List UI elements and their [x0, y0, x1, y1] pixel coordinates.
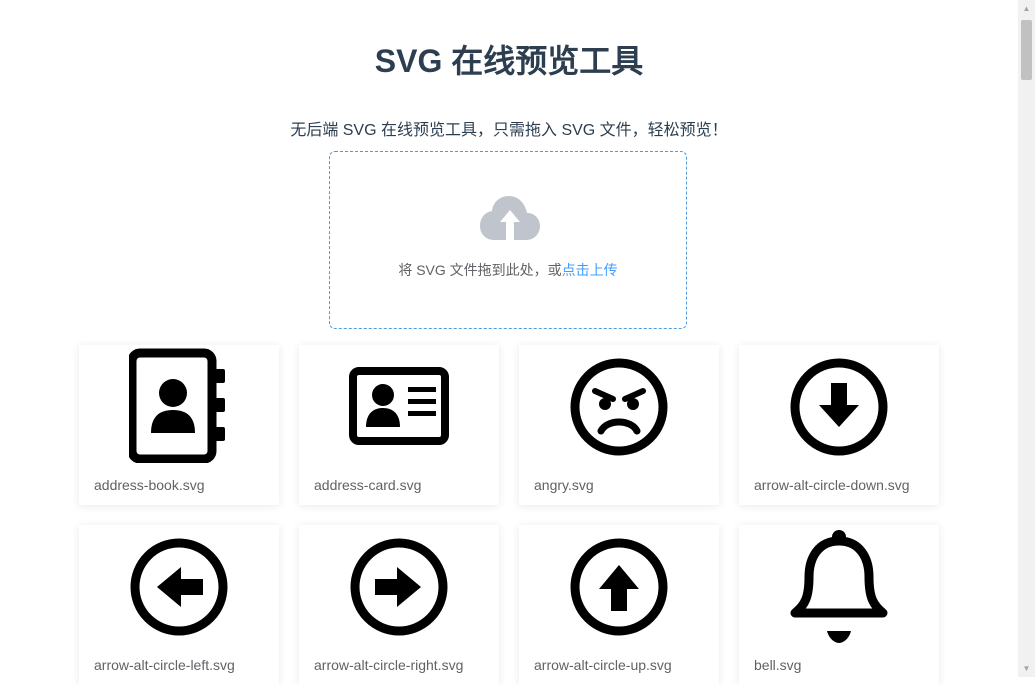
address-card-icon: [349, 347, 449, 463]
file-name: arrow-alt-circle-left.svg: [94, 657, 235, 673]
file-name: bell.svg: [754, 657, 802, 673]
arrow-circle-up-icon: [569, 527, 669, 643]
arrow-circle-down-icon: [789, 347, 889, 463]
arrow-circle-right-icon: [349, 527, 449, 643]
angry-face-icon: [569, 347, 669, 463]
page-subtitle: 无后端 SVG 在线预览工具，只需拖入 SVG 文件，轻松预览！: [290, 122, 728, 139]
file-name: arrow-alt-circle-up.svg: [534, 657, 672, 673]
scroll-up-icon[interactable]: ▲: [1018, 0, 1035, 17]
file-card[interactable]: arrow-alt-circle-up.svg: [519, 525, 719, 685]
scroll-down-icon[interactable]: ▼: [1018, 660, 1035, 677]
file-name: arrow-alt-circle-right.svg: [314, 657, 464, 673]
file-name: address-card.svg: [314, 477, 422, 493]
upload-dropzone[interactable]: 将 SVG 文件拖到此处，或点击上传: [329, 151, 687, 329]
cloud-upload-icon: [480, 196, 540, 242]
file-name: angry.svg: [534, 477, 594, 493]
file-name: arrow-alt-circle-down.svg: [754, 477, 910, 493]
page-title: SVG 在线预览工具: [374, 43, 644, 79]
file-card[interactable]: address-book.svg: [79, 345, 279, 505]
file-card[interactable]: arrow-alt-circle-right.svg: [299, 525, 499, 685]
file-card[interactable]: angry.svg: [519, 345, 719, 505]
file-card[interactable]: bell.svg: [739, 525, 939, 685]
click-upload-link[interactable]: 点击上传: [562, 262, 618, 278]
vertical-scrollbar[interactable]: ▲ ▼: [1018, 0, 1035, 677]
file-card[interactable]: arrow-alt-circle-down.svg: [739, 345, 939, 505]
scrollbar-thumb[interactable]: [1021, 20, 1032, 80]
bell-icon: [789, 527, 889, 643]
file-name: address-book.svg: [94, 477, 205, 493]
page: SVG 在线预览工具 无后端 SVG 在线预览工具，只需拖入 SVG 文件，轻松…: [0, 0, 1018, 685]
file-card[interactable]: address-card.svg: [299, 345, 499, 505]
file-card[interactable]: arrow-alt-circle-left.svg: [79, 525, 279, 685]
upload-hint: 将 SVG 文件拖到此处，或点击上传: [330, 260, 686, 280]
arrow-circle-left-icon: [129, 527, 229, 643]
upload-hint-text: 将 SVG 文件拖到此处，或: [398, 262, 562, 278]
address-book-icon: [129, 347, 229, 463]
